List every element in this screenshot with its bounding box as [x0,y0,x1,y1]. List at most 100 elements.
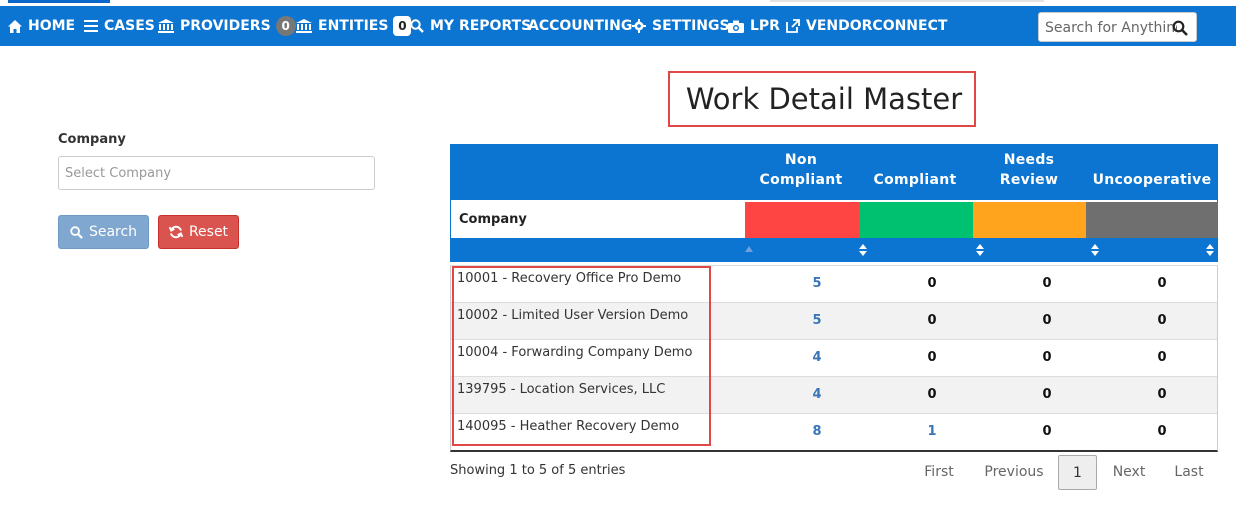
nav-my-reports-label: MY REPORTS [430,18,532,34]
sort-both-icon[interactable] [1090,242,1100,258]
needs-review-cell: 0 [1042,387,1052,402]
bank-icon [296,19,312,33]
company-filter-label: Company [58,132,126,147]
compliant-cell: 0 [927,276,937,291]
non-compliant-cell[interactable]: 4 [797,350,837,365]
table-body: 10001 - Recovery Office Pro Demo 5 0 0 0… [450,265,1218,452]
nav-entities[interactable]: ENTITIES 0 [296,6,412,46]
nav-providers-label: PROVIDERS [180,18,271,34]
non-compliant-color-swatch [745,202,859,238]
table-row: 140095 - Heather Recovery Demo 8 1 0 0 [451,413,1217,450]
nav-providers[interactable]: PROVIDERS 0 [158,6,296,46]
pagination-last[interactable]: Last [1166,455,1212,489]
table-row: 10001 - Recovery Office Pro Demo 5 0 0 0 [451,265,1217,302]
pagination-first[interactable]: First [914,455,964,489]
header-needs-review-text: Needs Review [1000,150,1058,190]
nav-accounting-label: ACCOUNTING [528,18,633,34]
header-non-compliant[interactable]: Non Compliant [744,144,858,200]
refresh-icon [168,225,183,239]
needs-review-cell: 0 [1042,350,1052,365]
uncooperative-color-swatch [1086,202,1218,238]
nav-vendorconnect-label: VENDORCONNECT [806,18,948,34]
non-compliant-cell[interactable]: 4 [797,387,837,402]
camera-icon [728,20,744,33]
needs-review-cell: 0 [1042,313,1052,328]
global-search-input[interactable] [1045,18,1177,38]
nav-settings[interactable]: SETTINGS [632,6,730,46]
nav-home-label: HOME [28,18,76,34]
company-cell: 10002 - Limited User Version Demo [457,308,689,323]
main-navbar: HOME CASES PROVIDERS 0 ENTITIES 0 MY REP… [0,6,1236,46]
header-uncooperative-text: Uncooperative [1092,172,1212,188]
gear-icon [632,19,646,33]
page-title: Work Detail Master [668,71,976,127]
header-non-compliant-line1: Non [784,152,818,168]
nav-vendorconnect[interactable]: VENDORCONNECT [786,6,947,46]
nav-home[interactable]: HOME [8,6,75,46]
search-button[interactable]: Search [58,215,149,249]
menu-icon [84,20,98,32]
page-title-text: Work Detail Master [685,82,963,116]
nav-my-reports[interactable]: MY REPORTS [410,6,531,46]
uncooperative-cell: 0 [1157,424,1167,439]
uncooperative-cell: 0 [1157,350,1167,365]
table-info: Showing 1 to 5 of 5 entries [450,463,626,478]
company-cell: 139795 - Location Services, LLC [457,382,666,397]
nav-lpr[interactable]: LPR [728,6,780,46]
company-cell: 140095 - Heather Recovery Demo [457,419,680,434]
needs-review-cell: 0 [1042,424,1052,439]
company-select[interactable]: Select Company [58,156,375,190]
pagination-page-1[interactable]: 1 [1058,455,1097,490]
sort-both-icon[interactable] [1205,242,1215,258]
header-needs-review[interactable]: Needs Review [972,144,1086,200]
compliant-cell[interactable]: 1 [912,424,952,439]
header-compliant[interactable]: Compliant [858,144,972,200]
non-compliant-cell[interactable]: 5 [797,313,837,328]
search-icon[interactable] [1172,20,1188,36]
nav-cases[interactable]: CASES [84,6,155,46]
sort-both-icon[interactable] [975,242,985,258]
uncooperative-cell: 0 [1157,313,1167,328]
pagination-previous[interactable]: Previous [976,455,1052,489]
company-column-header: Company [459,212,527,227]
header-compliant-text: Compliant [873,172,957,188]
entities-count-badge: 0 [393,16,412,36]
providers-count-badge: 0 [275,16,296,36]
header-needs-review-line1: Needs [1003,152,1055,168]
search-icon [70,225,83,239]
top-strip-tab [8,0,110,3]
table-header-row: Non Compliant Compliant Needs Review Uncoo… [450,144,1218,200]
compliant-cell: 0 [927,350,937,365]
company-header-row: Company [450,200,1218,238]
reset-button[interactable]: Reset [158,215,239,249]
nav-lpr-label: LPR [750,18,780,34]
non-compliant-cell[interactable]: 5 [797,276,837,291]
nav-settings-label: SETTINGS [652,18,730,34]
company-cell: 10001 - Recovery Office Pro Demo [457,271,682,286]
table-row: 10002 - Limited User Version Demo 5 0 0 … [451,302,1217,339]
company-cell: 10004 - Forwarding Company Demo [457,345,693,360]
needs-review-cell: 0 [1042,276,1052,291]
nav-cases-label: CASES [104,18,155,34]
uncooperative-cell: 0 [1157,387,1167,402]
header-uncooperative[interactable]: Uncooperative [1086,144,1218,200]
pagination-next[interactable]: Next [1106,455,1152,489]
header-non-compliant-text: Non Compliant [760,150,843,190]
compliant-cell: 0 [927,313,937,328]
header-needs-review-line2: Review [999,172,1059,188]
bank-icon [158,19,174,33]
uncooperative-cell: 0 [1157,276,1167,291]
non-compliant-cell[interactable]: 8 [797,424,837,439]
home-icon [8,19,22,33]
table-row: 10004 - Forwarding Company Demo 4 0 0 0 [451,339,1217,376]
nav-entities-label: ENTITIES [318,18,389,34]
sort-asc-icon[interactable] [744,242,754,258]
sort-both-icon[interactable] [858,242,868,258]
compliant-color-swatch [859,202,973,238]
reset-button-label: Reset [188,224,229,240]
header-non-compliant-line2: Compliant [759,172,843,188]
search-icon [410,19,424,33]
sort-row [450,238,1218,262]
search-button-label: Search [88,224,138,240]
nav-accounting[interactable]: ACCOUNTING [528,6,632,46]
